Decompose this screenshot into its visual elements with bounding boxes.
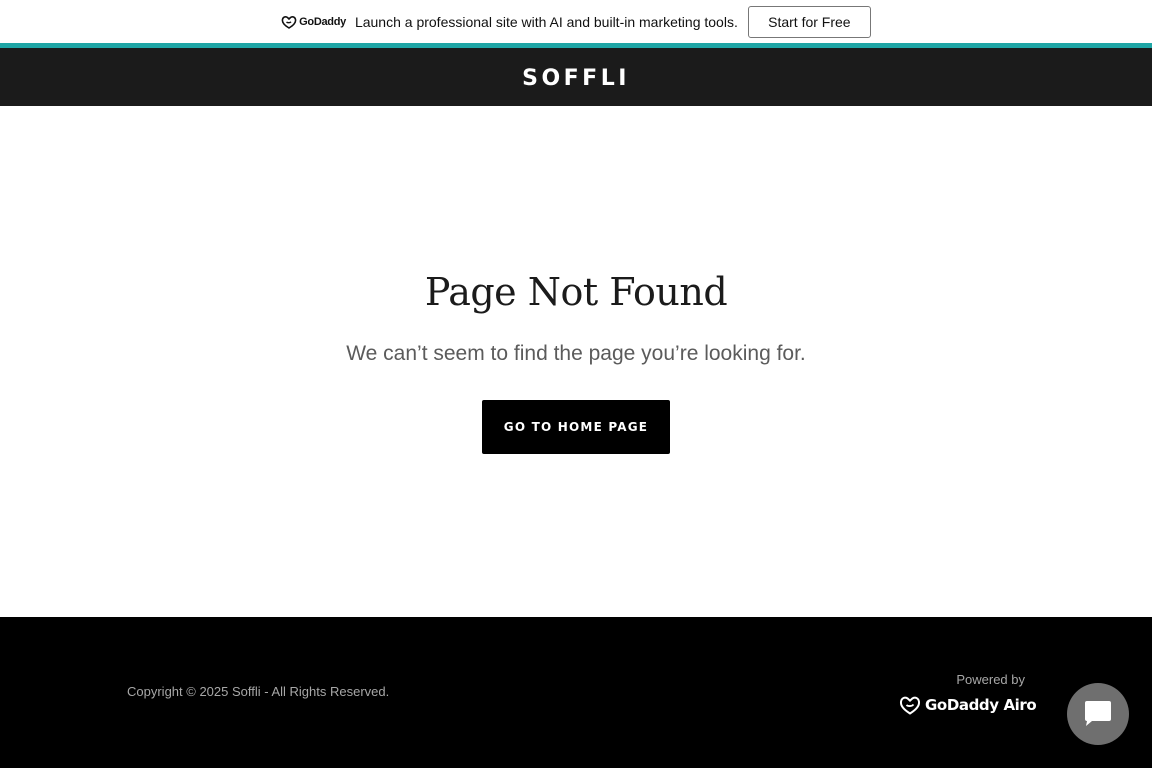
powered-by-text: Powered by bbox=[956, 672, 1025, 687]
promo-message: Launch a professional site with AI and b… bbox=[354, 13, 738, 30]
site-footer: Copyright © 2025 Soffli - All Rights Res… bbox=[0, 617, 1152, 768]
godaddy-airo-text: GoDaddy Airo bbox=[925, 696, 1037, 714]
promo-bar: GoDaddy Launch a professional site with … bbox=[0, 0, 1152, 43]
site-header: SOFFLI bbox=[0, 48, 1152, 106]
godaddy-logo[interactable]: GoDaddy bbox=[281, 15, 346, 29]
godaddy-airo-logo-icon bbox=[899, 696, 921, 715]
page-subtitle: We can’t seem to find the page you’re lo… bbox=[346, 342, 806, 365]
promo-content: GoDaddy Launch a professional site with … bbox=[281, 5, 871, 38]
godaddy-logo-icon bbox=[281, 15, 297, 29]
copyright-text: Copyright © 2025 Soffli - All Rights Res… bbox=[127, 684, 390, 699]
go-to-home-page-button[interactable]: GO TO HOME PAGE bbox=[482, 400, 670, 454]
godaddy-logo-text: GoDaddy bbox=[299, 15, 346, 28]
page-title: Page Not Found bbox=[424, 270, 728, 314]
godaddy-airo-link[interactable]: GoDaddy Airo bbox=[899, 695, 1037, 715]
main-content: Page Not Found We can’t seem to find the… bbox=[0, 106, 1152, 617]
site-brand[interactable]: SOFFLI bbox=[522, 66, 630, 91]
chat-bubble-icon bbox=[1085, 701, 1111, 726]
start-for-free-button[interactable]: Start for Free bbox=[747, 5, 871, 38]
chat-button[interactable] bbox=[1067, 683, 1129, 745]
